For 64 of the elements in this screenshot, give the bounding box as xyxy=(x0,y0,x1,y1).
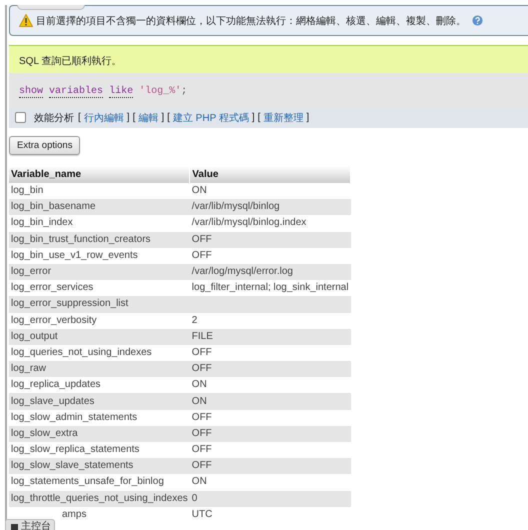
table-cell: log_replica_updates xyxy=(11,379,101,390)
table-cell: /var/log/mysql/error.log xyxy=(192,266,293,278)
table-cell: log_raw xyxy=(11,363,46,374)
table-cell: 2 xyxy=(192,314,198,326)
table-cell: OFF xyxy=(192,250,212,261)
table-cell: OFF xyxy=(192,412,212,423)
bracket: [ xyxy=(132,112,136,123)
table-cell: ON xyxy=(192,396,207,407)
console-icon xyxy=(11,524,18,530)
table-cell: log_slave_updates xyxy=(11,396,94,407)
table-cell: log_error xyxy=(11,266,52,278)
table-cell: OFF xyxy=(192,363,212,374)
table-cell: /var/lib/mysql/binlog.index xyxy=(192,217,306,228)
extra-options-button[interactable]: Extra options xyxy=(9,136,80,155)
table-cell: log_bin_index xyxy=(11,217,73,228)
action-link[interactable]: 編輯 xyxy=(138,110,158,124)
table-cell: log_output xyxy=(11,330,58,342)
table-cell: 0 xyxy=(192,492,198,504)
warning-text: 目前選擇的項目不含獨一的資料欄位，以下功能無法執行：網格編輯、核選、編輯、複製、刪除。 xyxy=(36,14,466,28)
action-link[interactable]: 建立 PHP 程式碼 xyxy=(172,110,249,124)
table-cell: /var/lib/mysql/binlog xyxy=(192,201,280,212)
bracket: ] xyxy=(306,112,310,123)
table-cell: ON xyxy=(192,476,207,488)
action-link[interactable]: 重新整理 xyxy=(263,110,304,124)
table-cell: log_slow_slave_statements xyxy=(11,460,134,472)
table-cell: OFF xyxy=(192,460,212,472)
bracket: [ xyxy=(167,112,170,123)
table-cell: OFF xyxy=(192,428,212,439)
success-message: SQL 查詢已順利執行。 xyxy=(9,45,528,73)
table-cell: log_filter_internal; log_sink_internal xyxy=(192,282,349,294)
table-cell: log_error_verbosity xyxy=(11,314,97,326)
bracket: ] xyxy=(252,112,255,123)
table-cell: FILE xyxy=(192,330,213,342)
action-link[interactable]: 行內編輯 xyxy=(84,110,124,124)
table-cell: log_slow_admin_statements xyxy=(11,412,138,423)
column-header[interactable]: Value xyxy=(190,166,351,183)
table-cell: UTC xyxy=(192,508,212,520)
table-cell: log_error_services xyxy=(11,282,94,294)
column-header[interactable]: Variable_name xyxy=(9,166,190,183)
sql-query: show variables like 'log_%'; xyxy=(19,86,188,98)
bracket: [ xyxy=(258,112,260,123)
table-cell: amps xyxy=(62,508,86,520)
profiling-checkbox[interactable] xyxy=(15,112,26,123)
warning-icon xyxy=(19,14,33,27)
table-cell: ON xyxy=(192,379,207,390)
table-cell: log_throttle_queries_not_using_indexes xyxy=(11,492,188,504)
table-cell: log_bin_basename xyxy=(11,201,96,212)
table-cell: OFF xyxy=(192,234,212,245)
bracket: ] xyxy=(161,112,164,123)
bracket: ] xyxy=(126,112,130,123)
table-cell: OFF xyxy=(192,444,212,456)
profiling-label: 效能分析 xyxy=(34,112,74,124)
bracket: [ xyxy=(78,112,81,123)
table-cell: log_statements_unsafe_for_binlog xyxy=(11,476,164,488)
table-cell: log_slow_replica_statements xyxy=(11,444,140,456)
table-cell: log_bin xyxy=(11,185,44,196)
table-cell: log_queries_not_using_indexes xyxy=(11,346,152,358)
table-cell: log_slow_extra xyxy=(11,428,78,439)
table-cell: log_bin_use_v1_row_events xyxy=(11,250,138,261)
table-cell: ON xyxy=(192,185,207,196)
table-cell: log_error_suppression_list xyxy=(11,298,128,310)
table-cell: log_bin_trust_function_creators xyxy=(11,234,151,245)
table-cell: OFF xyxy=(192,346,212,358)
help-icon[interactable] xyxy=(472,15,483,26)
